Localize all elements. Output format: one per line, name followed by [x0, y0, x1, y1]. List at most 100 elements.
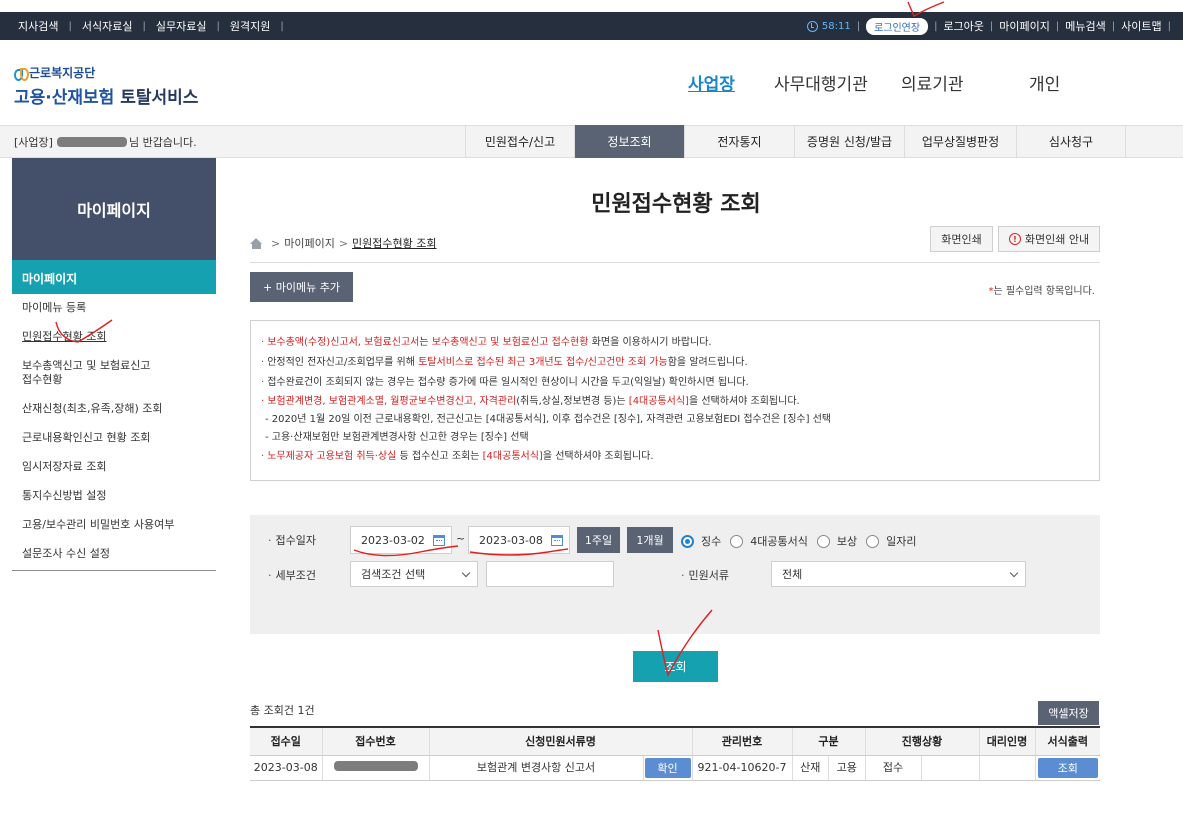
extend-login-button[interactable]: 로그인연장	[866, 17, 929, 35]
sub-nav-review-request[interactable]: 심사청구	[1016, 125, 1126, 158]
col-header-status: 진행상황	[864, 726, 979, 756]
redacted-company-name	[56, 137, 127, 147]
notice-line: · 노무제공자 고용보험 취득·상실 등 접수신고 조회는 [4대공통서식]을 선…	[261, 451, 654, 462]
col-header-date: 접수일	[250, 726, 322, 756]
notice-line: · 안정적인 전자신고/조회업무를 위해 토탈서비스로 접수된 최근 3개년도 접…	[261, 357, 748, 368]
form-view-button[interactable]: 조회	[1037, 757, 1098, 778]
redacted-receipt-number	[333, 761, 418, 771]
date-from-input[interactable]: 2023-03-02	[350, 526, 452, 554]
header-divider	[250, 262, 1100, 263]
notice-line: · 접수완료건이 조회되지 않는 경우는 접수량 증가에 따른 일시적인 현상이니…	[261, 377, 749, 388]
cell-type: 산재 고용	[791, 755, 865, 781]
main-nav-medical[interactable]: 의료기관	[901, 70, 964, 95]
sidebar-item-civil-status[interactable]: 민원접수현황 조회	[12, 330, 216, 344]
mypage-link[interactable]: 마이페이지	[999, 18, 1050, 34]
query-button[interactable]: 조회	[633, 651, 718, 682]
sub-nav-civil-filing[interactable]: 민원접수/신고	[465, 125, 574, 158]
add-mymenu-button[interactable]: + 마이메뉴 추가	[250, 272, 353, 302]
col-header-doc-name: 신청민원서류명	[428, 726, 692, 756]
result-count: 총 조회건 1건	[250, 704, 315, 717]
menu-search-link[interactable]: 메뉴검색	[1065, 18, 1105, 34]
top-link-practice[interactable]: 실무자료실	[152, 18, 211, 34]
cell-date: 2023-03-08	[250, 755, 322, 781]
col-header-receipt-no: 접수번호	[321, 726, 429, 756]
top-link-branch-search[interactable]: 지사검색	[14, 18, 62, 34]
notice-line: - 고용·산재보험만 보험관계변경사항 신고한 경우는 [징수] 선택	[265, 432, 529, 443]
radio-collection[interactable]	[681, 534, 694, 548]
detail-condition-input[interactable]	[486, 561, 614, 587]
sub-nav-certificate[interactable]: 증명원 신청/발급	[794, 125, 904, 158]
calendar-icon[interactable]	[551, 535, 563, 546]
document-type-label: · 민원서류	[681, 569, 729, 582]
sidebar-item-notice-method[interactable]: 통지수신방법 설정	[12, 489, 216, 503]
sidebar-item-wage-report[interactable]: 보수총액신고 및 보험료신고 접수현황	[12, 359, 216, 387]
radio-compensation[interactable]	[816, 534, 830, 548]
sidebar-header: 마이페이지	[12, 158, 216, 260]
chevron-down-icon	[1009, 568, 1019, 578]
cell-status: 접수	[864, 755, 979, 781]
notice-line: · 보수총액(수정)신고서, 보험료신고서는 보수총액신고 및 보험료신고 접수현…	[261, 337, 712, 348]
kcomwel-logo-icon	[14, 67, 29, 81]
top-utility-bar: 지사검색 | 서식자료실 | 실무자료실 | 원격지원 | 58:11 | 로그인연장 …	[0, 12, 1183, 40]
main-nav-agency[interactable]: 사무대행기관	[774, 70, 868, 95]
welcome-message: [사업장] 님 반갑습니다.	[14, 136, 197, 149]
page-title: 민원접수현황 조회	[591, 192, 761, 217]
cell-doc-name: 보험관계 변경사항 신고서 확인	[428, 755, 692, 781]
required-note: *는 필수입력 항목입니다.	[988, 286, 1095, 297]
notice-line: - 2020년 1월 20일 이전 근로내용확인, 전근신고는 [4대공통서식]…	[265, 414, 832, 425]
top-link-forms[interactable]: 서식자료실	[78, 18, 137, 34]
sidebar-item-temp-save[interactable]: 임시저장자료 조회	[12, 460, 216, 474]
detail-condition-label: · 세부조건	[268, 569, 316, 582]
sub-nav-occupational-disease[interactable]: 업무상질병판정	[904, 125, 1016, 158]
main-nav-workplace[interactable]: 사업장	[688, 70, 735, 95]
date-range-tilde: ~	[456, 532, 466, 545]
sub-nav-e-notice[interactable]: 전자통지	[684, 125, 794, 158]
range-1week-button[interactable]: 1주일	[577, 527, 620, 553]
date-to-input[interactable]: 2023-03-08	[468, 526, 570, 554]
col-header-print: 서식출력	[1034, 726, 1100, 756]
radio-jobs[interactable]	[866, 534, 880, 548]
sidebar-section-title[interactable]: 마이페이지	[12, 260, 216, 294]
sidebar-item-mymenu-register[interactable]: 마이메뉴 등록	[12, 301, 216, 315]
top-link-remote[interactable]: 원격지원	[226, 18, 274, 34]
cell-mgmt-no: 921-04-10620-7	[691, 755, 792, 781]
detail-condition-select[interactable]: 검색조건 선택	[350, 561, 478, 587]
main-nav-personal[interactable]: 개인	[1029, 70, 1060, 95]
sidebar-item-accident-claim[interactable]: 산재신청(최초,유족,장해) 조회	[12, 402, 216, 416]
table-row: 2023-03-08 보험관계 변경사항 신고서 확인 921-04-10620…	[250, 755, 1100, 781]
notice-line: · 보험관계변경, 보험관계소멸, 월평균보수변경신고, 자격관리(취득,상실,정…	[261, 396, 800, 407]
col-header-mgmt-no: 관리번호	[691, 726, 792, 756]
col-header-type: 구분	[791, 726, 865, 756]
results-table: 접수일 접수번호 신청민원서류명 관리번호 구분 진행상황 대리인명 서식출력 …	[250, 726, 1100, 781]
notice-box: · 보수총액(수정)신고서, 보험료신고서는 보수총액신고 및 보험료신고 접수현…	[250, 320, 1100, 481]
breadcrumb-current[interactable]: 민원접수현황 조회	[352, 235, 436, 251]
print-guide-button[interactable]: ! 화면인쇄 안내	[998, 226, 1100, 252]
excel-save-button[interactable]: 액셀저장	[1038, 701, 1099, 725]
breadcrumb: > 마이페이지 > 민원접수현황 조회	[250, 235, 437, 251]
cell-agent	[978, 755, 1035, 781]
sidebar-item-password-usage[interactable]: 고용/보수관리 비밀번호 사용여부	[12, 518, 216, 532]
calendar-icon[interactable]	[433, 535, 445, 546]
radio-4-common-forms[interactable]	[730, 534, 744, 548]
chevron-down-icon	[461, 568, 471, 578]
range-1month-button[interactable]: 1개월	[627, 527, 673, 553]
document-type-select[interactable]: 전체	[771, 561, 1026, 587]
alert-circle-icon: !	[1008, 233, 1021, 245]
session-timer: 58:11	[806, 20, 851, 32]
site-logo[interactable]: 근로복지공단 고용·산재보험 토탈서비스	[14, 64, 198, 108]
cell-print: 조회	[1034, 755, 1100, 781]
sitemap-link[interactable]: 사이트맵	[1121, 18, 1161, 34]
col-header-agent: 대리인명	[978, 726, 1035, 756]
sidebar-item-survey-setting[interactable]: 설문조사 수신 설정	[12, 547, 216, 561]
print-button[interactable]: 화면인쇄	[930, 226, 993, 252]
table-header-row: 접수일 접수번호 신청민원서류명 관리번호 구분 진행상황 대리인명 서식출력	[250, 726, 1100, 756]
home-icon[interactable]	[250, 237, 263, 249]
logout-link[interactable]: 로그아웃	[943, 18, 983, 34]
confirm-button[interactable]: 확인	[644, 757, 691, 778]
breadcrumb-parent[interactable]: 마이페이지	[284, 235, 335, 251]
cell-receipt-no	[321, 755, 429, 781]
date-label: · 접수일자	[268, 534, 316, 547]
sub-nav-info-inquiry[interactable]: 정보조회	[574, 125, 684, 158]
clock-icon	[806, 20, 818, 32]
sidebar-item-work-confirm[interactable]: 근로내용확인신고 현황 조회	[12, 431, 216, 445]
